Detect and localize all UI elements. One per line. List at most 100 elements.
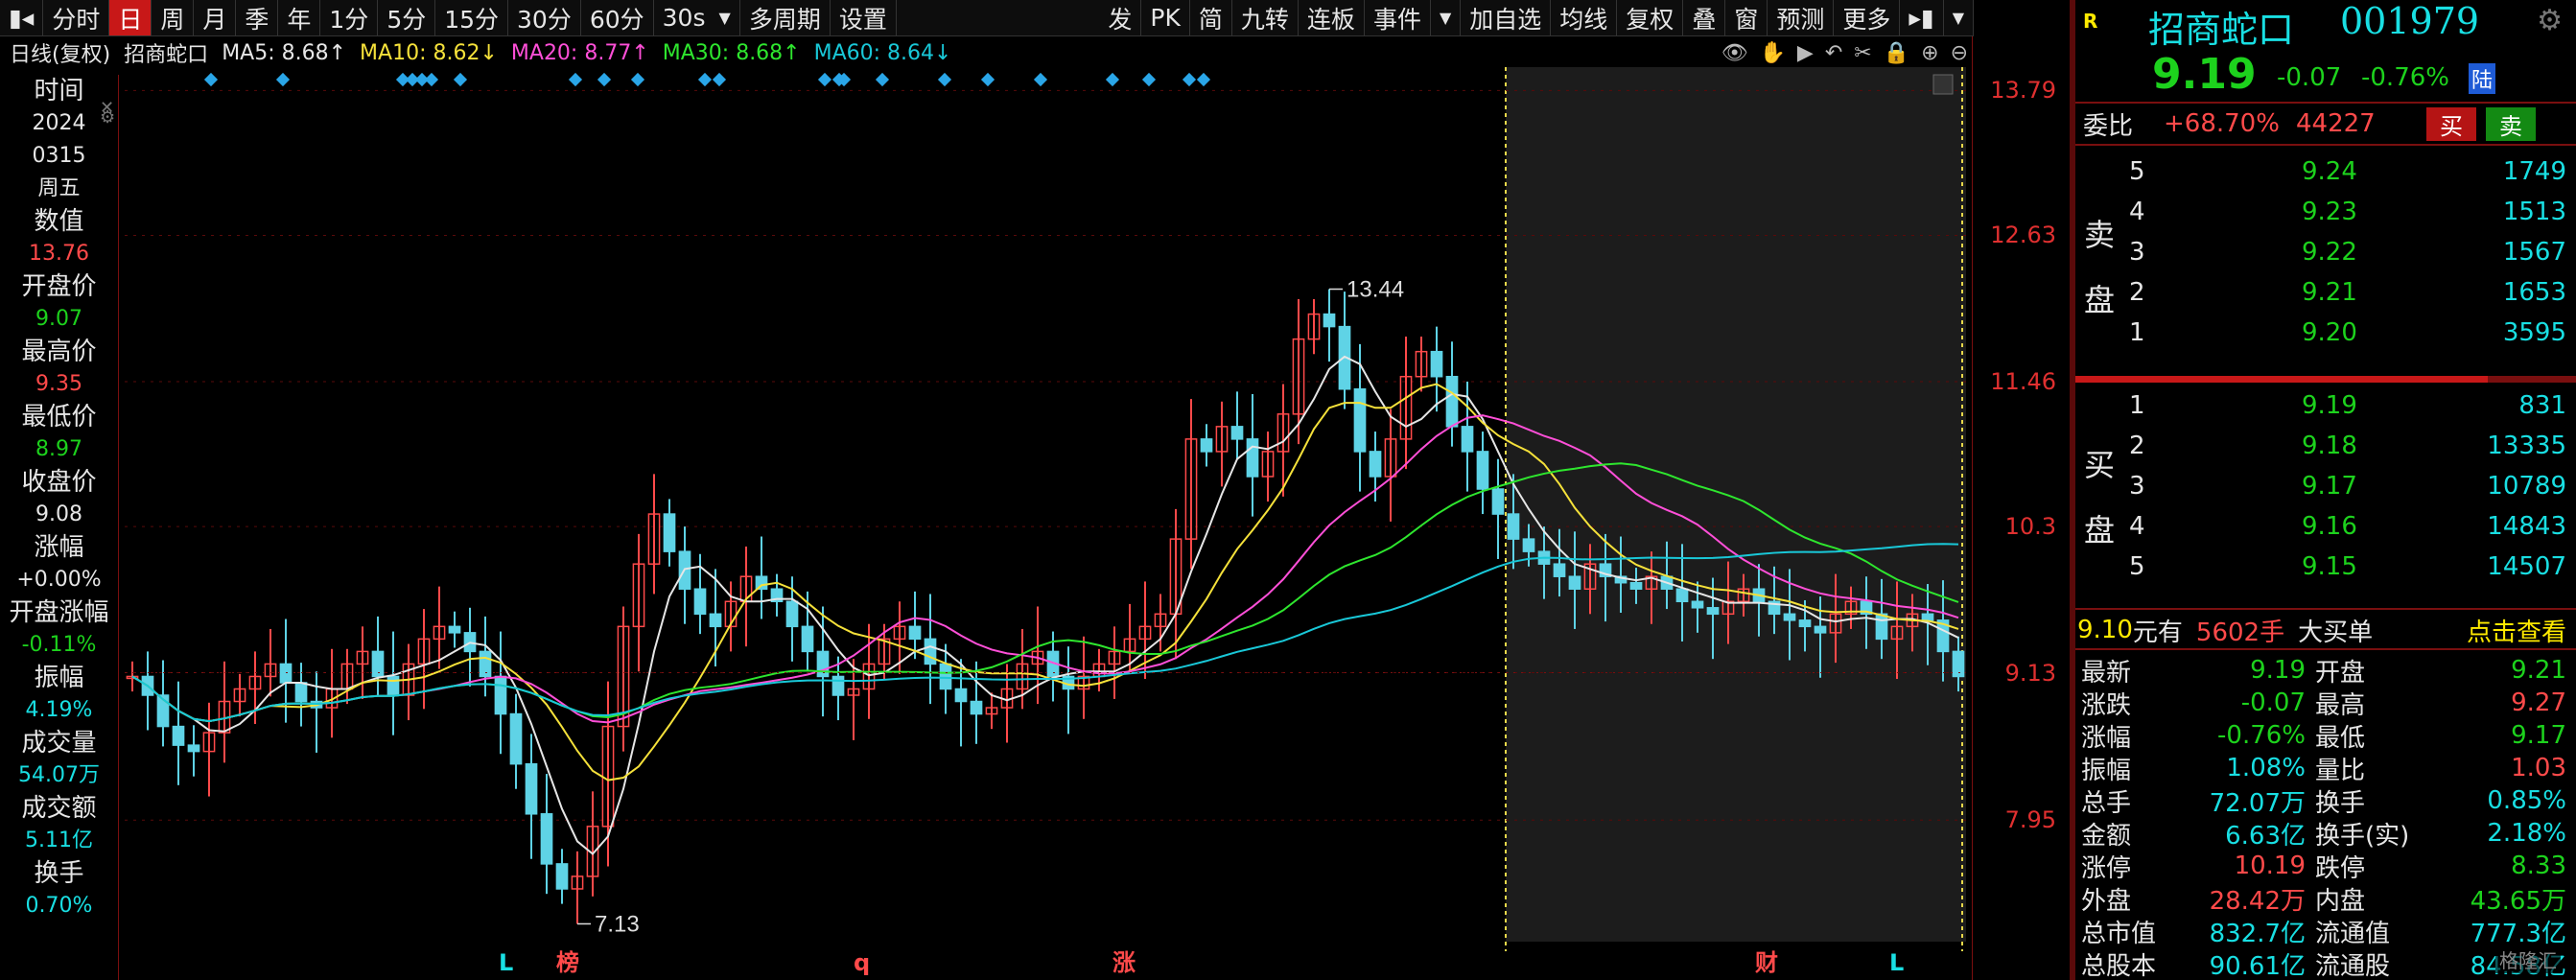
order-book-row[interactable]: 5 9.15 14507 <box>2075 547 2576 587</box>
stat-row: 涨跌 -0.07 最高 9.27 <box>2075 687 2576 720</box>
tab-15min[interactable]: 15分 <box>435 0 509 35</box>
stat-label: 最高 <box>2315 690 2366 720</box>
ma-button[interactable]: 均线 <box>1551 0 1618 35</box>
tab-5min[interactable]: 5分 <box>378 0 436 35</box>
post-button[interactable]: 发 <box>1099 0 1142 35</box>
tab-weekly[interactable]: 周 <box>152 0 195 35</box>
candle-body <box>954 688 968 703</box>
zoom-out-icon[interactable]: ⊖ <box>1951 41 1968 65</box>
gear-icon[interactable]: ⚙ <box>100 105 115 130</box>
nine-turn-button[interactable]: 九转 <box>1232 0 1299 35</box>
more-button[interactable]: 更多 <box>1834 0 1901 35</box>
buy-button[interactable]: 买 <box>2426 106 2476 141</box>
order-book-row[interactable]: 2 9.21 1653 <box>2075 272 2576 313</box>
kline-chart[interactable]: 13.44 7.13 L 榜 q 涨 财 L <box>125 67 1966 980</box>
tab-1min[interactable]: 1分 <box>320 0 379 35</box>
event-marker-icon <box>568 72 583 87</box>
stat-label: 跌停 <box>2315 853 2366 883</box>
book-price: 9.24 <box>2302 157 2357 186</box>
info-value: 8.97 <box>35 437 82 461</box>
tab-30min[interactable]: 30分 <box>508 0 581 35</box>
info-label: 最低价 <box>21 403 97 432</box>
window-button[interactable]: 窗 <box>1725 0 1768 35</box>
tab-30s-label: 30s <box>662 4 706 32</box>
tab-quarterly[interactable]: 季 <box>236 0 279 35</box>
ma10-value: MA10: 8.62↓ <box>360 40 498 65</box>
event-button[interactable]: 事件 <box>1365 0 1431 35</box>
tab-intraday[interactable]: 分时 <box>43 0 110 35</box>
ma20-value: MA20: 8.77↑ <box>510 40 649 65</box>
big-order-vol: 5602手 <box>2195 618 2285 647</box>
event-dropdown-icon[interactable]: ▼ <box>1431 0 1462 35</box>
sell-button[interactable]: 卖 <box>2486 106 2536 141</box>
stat-value: 9.27 <box>2511 688 2566 717</box>
scissors-icon[interactable]: ✂ <box>1854 41 1871 65</box>
stat-label: 总市值 <box>2081 919 2157 948</box>
undo-icon[interactable]: ↶ <box>1825 41 1842 65</box>
info-label: 数值 <box>34 207 84 236</box>
lock-icon[interactable]: 🔒 <box>1884 41 1909 65</box>
tab-60min[interactable]: 60分 <box>581 0 654 35</box>
panel-gear-icon[interactable]: ⚙ <box>2537 4 2563 37</box>
book-volume: 1653 <box>2502 278 2566 307</box>
order-book-row[interactable]: 3 9.22 1567 <box>2075 232 2576 272</box>
tab-daily[interactable]: 日 <box>109 0 152 35</box>
play-icon[interactable]: ▶ <box>1797 41 1814 65</box>
divider <box>2075 648 2576 650</box>
hand-icon[interactable]: ✋ <box>1760 41 1786 65</box>
adjust-button[interactable]: 复权 <box>1617 0 1684 35</box>
lu-tag: 陆 <box>2469 63 2496 94</box>
settings-button[interactable]: 设置 <box>831 0 897 35</box>
book-level: 2 <box>2129 432 2145 460</box>
candle-body <box>709 613 722 628</box>
order-book-row[interactable]: 4 9.23 1513 <box>2075 192 2576 232</box>
book-level: 3 <box>2129 238 2145 267</box>
stock-terminal: ▮◂ 分时 日 周 月 季 年 1分 5分 15分 30分 60分 30s ▼ 多… <box>0 0 2576 980</box>
candle-body <box>1691 600 1704 609</box>
book-level: 3 <box>2129 472 2145 501</box>
tab-monthly[interactable]: 月 <box>194 0 237 35</box>
book-volume: 13335 <box>2487 432 2566 460</box>
book-volume: 14843 <box>2487 512 2566 541</box>
limit-up-button[interactable]: 连板 <box>1299 0 1365 35</box>
collapse-icon[interactable]: ▸▮ <box>1900 0 1944 35</box>
candle-body <box>1706 607 1720 616</box>
book-price: 9.15 <box>2302 552 2357 581</box>
candle-body <box>1445 375 1459 428</box>
book-price: 9.20 <box>2302 318 2357 347</box>
tab-yearly[interactable]: 年 <box>278 0 321 35</box>
zoom-in-icon[interactable]: ⊕ <box>1921 41 1938 65</box>
overlay-button[interactable]: 叠 <box>1683 0 1726 35</box>
toolbar-dropdown-icon[interactable]: ▼ <box>1944 0 1974 35</box>
forecast-button[interactable]: 预测 <box>1768 0 1835 35</box>
candle-body <box>172 725 185 746</box>
stat-value: 8.33 <box>2511 852 2566 880</box>
add-watchlist-button[interactable]: 加自选 <box>1461 0 1552 35</box>
book-price: 9.19 <box>2302 391 2357 420</box>
event-marker-icon <box>937 72 952 87</box>
pk-button[interactable]: PK <box>1141 0 1190 35</box>
order-book-row[interactable]: 4 9.16 14843 <box>2075 506 2576 547</box>
eye-icon[interactable]: 👁 <box>1721 41 1748 65</box>
order-book-row[interactable]: 1 9.19 831 <box>2075 385 2576 426</box>
big-order-row[interactable]: 9.10 元有 5602手 大买单 点击查看 <box>2075 613 2576 648</box>
chart-mode-label[interactable]: 日线(复权) <box>10 38 110 67</box>
order-book-row[interactable]: 5 9.24 1749 <box>2075 152 2576 192</box>
order-book-row[interactable]: 1 9.20 3595 <box>2075 313 2576 353</box>
stat-value: 0.85% <box>2487 786 2566 815</box>
big-order-price: 9.10 <box>2077 616 2133 644</box>
stat-label: 流通值 <box>2315 919 2391 948</box>
candle-body <box>1522 538 1535 552</box>
order-book-row[interactable]: 2 9.18 13335 <box>2075 426 2576 466</box>
simple-button[interactable]: 简 <box>1190 0 1232 35</box>
stat-label: 涨停 <box>2081 853 2132 883</box>
menu-toggle-icon[interactable]: ▮◂ <box>0 0 44 35</box>
big-order-link[interactable]: 点击查看 <box>2467 613 2566 648</box>
tab-multi-period[interactable]: 多周期 <box>740 0 831 35</box>
order-book-row[interactable]: 3 9.17 10789 <box>2075 466 2576 506</box>
stat-label: 涨幅 <box>2081 723 2132 753</box>
stat-row: 金额 6.63亿 换手(实) 2.18% <box>2075 817 2576 851</box>
tab-30s-dropdown[interactable]: 30s ▼ <box>654 0 740 35</box>
book-level: 1 <box>2129 391 2145 420</box>
candle-body <box>1675 588 1689 603</box>
